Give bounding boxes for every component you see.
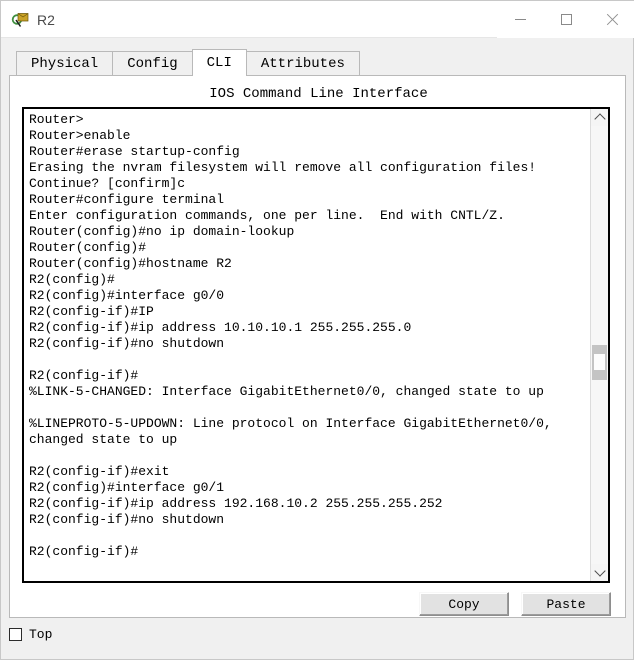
- console-line: R2(config-if)#no shutdown: [29, 512, 225, 527]
- console-line: %LINK-5-CHANGED: Interface GigabitEthern…: [29, 384, 544, 399]
- top-checkbox[interactable]: [9, 628, 22, 641]
- chevron-up-icon: [593, 113, 606, 125]
- close-icon: [605, 13, 619, 27]
- chevron-down-icon: [593, 565, 606, 577]
- console-line: R2(config)#interface g0/1: [29, 480, 225, 495]
- console-scrollbar[interactable]: [590, 109, 608, 581]
- cli-panel: IOS Command Line Interface Router> Router…: [9, 75, 626, 618]
- console-output[interactable]: Router> Router>enable Router#erase startup…: [24, 109, 590, 581]
- console-line: Router#configure terminal: [29, 192, 225, 207]
- tab-list: Physical Config CLI Attributes: [16, 49, 360, 76]
- console-line: Router(config)#no ip domain-lookup: [29, 224, 295, 239]
- console-line: changed state to up: [29, 432, 178, 447]
- tab-config-label: Config: [127, 56, 178, 72]
- console-line: %LINEPROTO-5-UPDOWN: Line protocol on In…: [29, 416, 552, 431]
- scrollbar-track[interactable]: [591, 126, 608, 564]
- console-line: R2(config-if)#exit: [29, 464, 170, 479]
- console-line: Erasing the nvram filesystem will remove…: [29, 160, 537, 175]
- console-line: Continue? [confirm]c: [29, 176, 186, 191]
- console-container: Router> Router>enable Router#erase startup…: [22, 107, 610, 583]
- tab-physical-label: Physical: [31, 56, 99, 72]
- console-line: R2(config)#: [29, 272, 115, 287]
- tab-cli[interactable]: CLI: [191, 49, 247, 76]
- console-line: R2(config)#interface g0/0: [29, 288, 225, 303]
- minimize-button[interactable]: [497, 1, 543, 38]
- console-line: Router>: [29, 112, 84, 127]
- tab-strip: Physical Config CLI Attributes: [1, 38, 633, 76]
- console-line: Router(config)#hostname R2: [29, 256, 232, 271]
- console-line: Router(config)#: [29, 240, 147, 255]
- title-bar: R2: [1, 1, 634, 38]
- scroll-down-button[interactable]: [591, 564, 608, 581]
- scroll-up-button[interactable]: [591, 109, 608, 126]
- top-checkbox-label: Top: [29, 627, 53, 642]
- footer-bar: Top: [9, 627, 52, 642]
- tab-attributes-label: Attributes: [260, 56, 345, 72]
- cli-window: R2 Physical Config CLI Attributes IOS Co…: [0, 0, 634, 660]
- action-button-row: Copy Paste: [419, 592, 611, 616]
- console-line: Router>enable: [29, 128, 131, 143]
- title-bar-left: R2: [11, 1, 55, 38]
- panel-title: IOS Command Line Interface: [209, 86, 428, 102]
- paste-button[interactable]: Paste: [521, 592, 611, 616]
- maximize-icon: [560, 14, 572, 25]
- tab-cli-label: CLI: [206, 55, 232, 71]
- console-line: R2(config-if)#ip address 10.10.10.1 255.…: [29, 320, 412, 335]
- copy-button[interactable]: Copy: [419, 592, 509, 616]
- console-line: R2(config-if)#: [29, 544, 139, 559]
- console-line: Router#erase startup-config: [29, 144, 240, 159]
- minimize-icon: [514, 19, 526, 20]
- close-button[interactable]: [589, 1, 634, 38]
- console-line: Enter configuration commands, one per li…: [29, 208, 505, 223]
- window-title: R2: [37, 11, 55, 28]
- tab-config[interactable]: Config: [112, 51, 193, 76]
- maximize-button[interactable]: [543, 1, 589, 38]
- console-line: R2(config-if)#ip address 192.168.10.2 25…: [29, 496, 443, 511]
- console-line: R2(config-if)#no shutdown: [29, 336, 225, 351]
- router-device-icon: [11, 10, 30, 29]
- window-controls: [497, 1, 634, 38]
- console-line: R2(config-if)#IP: [29, 304, 154, 319]
- tab-physical[interactable]: Physical: [16, 51, 114, 76]
- scrollbar-thumb[interactable]: [592, 345, 607, 380]
- tab-attributes[interactable]: Attributes: [245, 51, 360, 76]
- console-line: R2(config-if)#: [29, 368, 139, 383]
